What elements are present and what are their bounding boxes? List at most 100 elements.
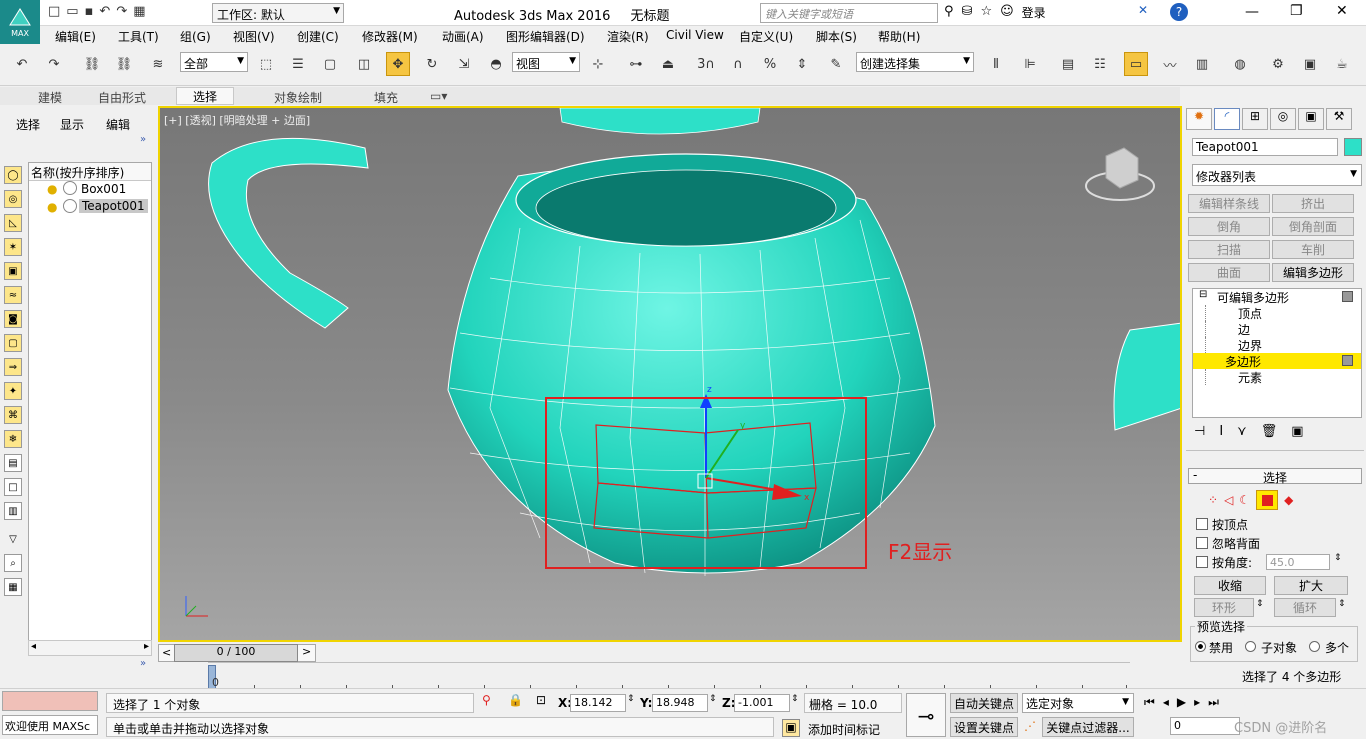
render-frame-icon[interactable]: ▣	[1298, 52, 1322, 76]
maximize-button[interactable]: ❐	[1290, 3, 1303, 19]
show-end-result-icon[interactable]: I	[1219, 424, 1223, 444]
previous-frame-icon[interactable]: ◂	[1163, 695, 1169, 710]
menu-animation[interactable]: 动画(A)	[442, 28, 484, 45]
by-vertex-checkbox[interactable]	[1196, 518, 1208, 530]
go-to-end-icon[interactable]: ⏭	[1208, 695, 1219, 710]
explorer-tab-edit[interactable]: 编辑	[106, 116, 130, 133]
lock-selection-icon[interactable]: 🔒	[508, 693, 523, 707]
stack-item-polygon[interactable]: 多边形	[1193, 353, 1361, 369]
save-icon[interactable]: ▪	[85, 4, 94, 19]
mirror-icon[interactable]: ⫴	[984, 52, 1008, 76]
angle-snap-icon[interactable]: ∩	[726, 52, 750, 76]
login-link[interactable]: 登录	[1022, 4, 1046, 21]
sweep-button[interactable]: 扫描	[1188, 240, 1270, 259]
container-filter-icon[interactable]: ⌘	[4, 406, 22, 424]
visibility-icon[interactable]	[63, 199, 77, 213]
key-selection-select[interactable]: 选定对象 ▼	[1022, 693, 1134, 713]
by-angle-checkbox[interactable]	[1196, 556, 1208, 568]
maxscript-welcome[interactable]: 欢迎使用 MAXSc	[2, 715, 98, 735]
collapse-icon[interactable]: ⊟	[1199, 289, 1207, 300]
hierarchy-filter-icon[interactable]: □	[4, 478, 22, 496]
helper-filter-icon[interactable]: ≈	[4, 286, 22, 304]
grow-button[interactable]: 扩大	[1274, 576, 1348, 595]
rectangle-select-icon[interactable]: ▢	[318, 52, 342, 76]
keyboard-shortcut-icon[interactable]: ⏏	[656, 52, 680, 76]
binoculars-icon[interactable]: ⚲	[944, 4, 954, 21]
isolate-icon[interactable]: ⚲	[482, 693, 491, 707]
light-bulb-icon[interactable]: ●	[47, 182, 57, 196]
lathe-button[interactable]: 车削	[1272, 240, 1354, 259]
select-by-name-icon[interactable]: ☰	[286, 52, 310, 76]
play-icon[interactable]: ▶	[1177, 695, 1186, 710]
object-name-field[interactable]: Teapot001	[1192, 138, 1338, 156]
horizontal-scrollbar[interactable]: ◂ ▸	[28, 640, 152, 656]
ring-spinner-icon[interactable]: ⇕	[1256, 599, 1264, 609]
x-coordinate-field[interactable]: 18.142	[570, 694, 626, 712]
help-icon[interactable]: ?	[1170, 3, 1188, 21]
minimize-button[interactable]: —	[1245, 4, 1259, 20]
funnel-icon[interactable]: ▽	[4, 530, 22, 548]
subscription-icon[interactable]: ⛁	[962, 4, 973, 21]
move-icon[interactable]: ✥	[386, 52, 410, 76]
rotate-icon[interactable]: ↻	[420, 52, 444, 76]
key-filter-icon[interactable]: ⋰	[1024, 719, 1036, 733]
ribbon-toggle-icon[interactable]: ▭	[1124, 52, 1148, 76]
undo-icon[interactable]: ↶	[10, 52, 34, 76]
rollout-header[interactable]: - 选择	[1188, 468, 1362, 485]
menu-modifiers[interactable]: 修改器(M)	[362, 28, 418, 45]
undo-icon[interactable]: ↶	[99, 4, 110, 19]
window-crossing-icon[interactable]: ◫	[352, 52, 376, 76]
workspace-select[interactable]: 工作区: 默认 ▼	[212, 3, 344, 23]
edge-mode-icon[interactable]: ◁	[1224, 493, 1233, 507]
motion-tab-icon[interactable]: ◎	[1270, 108, 1296, 130]
z-coordinate-field[interactable]: -1.001	[734, 694, 790, 712]
unlink-icon[interactable]: ⛓	[112, 52, 136, 76]
curve-editor-icon[interactable]: 〰	[1158, 52, 1182, 76]
new-icon[interactable]: □	[48, 4, 60, 19]
stack-root-item[interactable]: ⊟ 可编辑多边形	[1193, 289, 1361, 305]
menu-scripting[interactable]: 脚本(S)	[816, 28, 857, 45]
extrude-button[interactable]: 挤出	[1272, 194, 1354, 213]
stack-item-vertex[interactable]: 顶点	[1205, 305, 1361, 321]
y-coordinate-field[interactable]: 18.948	[652, 694, 708, 712]
angle-field[interactable]: 45.0	[1266, 554, 1330, 570]
material-editor-icon[interactable]: ◍	[1228, 52, 1252, 76]
search-input[interactable]: 键入关键字或短语	[760, 3, 938, 23]
go-to-start-icon[interactable]: ⏮	[1144, 695, 1155, 710]
menu-graph-editors[interactable]: 图形编辑器(D)	[506, 28, 585, 45]
time-prev-icon[interactable]: <	[162, 646, 171, 659]
edit-poly-button[interactable]: 编辑多边形	[1272, 263, 1354, 282]
sync-icon[interactable]: ▦	[4, 578, 22, 596]
snap-toggle-icon[interactable]: 3 ∩	[694, 52, 718, 76]
current-frame-field[interactable]: 0	[1170, 717, 1240, 735]
exchange-icon[interactable]: ✕	[1138, 3, 1148, 17]
pivot-center-icon[interactable]: ⊹	[586, 52, 610, 76]
ribbon-tab-selection[interactable]: 选择	[176, 87, 235, 105]
list-filter-icon[interactable]: ▥	[4, 502, 22, 520]
absolute-mode-icon[interactable]: ⊡	[536, 693, 546, 707]
find-icon[interactable]: ⌕	[4, 554, 22, 572]
preview-multi-radio[interactable]	[1309, 641, 1320, 652]
stack-toggle-icon[interactable]	[1342, 291, 1353, 302]
surface-button[interactable]: 曲面	[1188, 263, 1270, 282]
named-selection-set[interactable]: 创建选择集 ▼	[856, 52, 974, 72]
ribbon-tab-modeling[interactable]: 建模	[38, 89, 62, 106]
make-unique-icon[interactable]: ⋎	[1237, 424, 1247, 444]
bind-spacewarp-icon[interactable]: ≋	[146, 52, 170, 76]
shrink-button[interactable]: 收缩	[1194, 576, 1266, 595]
selection-filter[interactable]: 全部 ▼	[180, 52, 248, 72]
preview-off-radio[interactable]	[1195, 641, 1206, 652]
y-spinner-icon[interactable]: ⇕	[709, 694, 717, 704]
render-setup-icon[interactable]: ⚙	[1266, 52, 1290, 76]
ribbon-tab-object-paint[interactable]: 对象绘制	[274, 89, 322, 106]
layer-explorer-icon[interactable]: ☷	[1088, 52, 1112, 76]
redo-icon[interactable]: ↷	[116, 4, 127, 19]
expand-icon[interactable]: »	[140, 658, 146, 669]
spacewarp-filter-icon[interactable]: ◙	[4, 310, 22, 328]
time-slider-thumb[interactable]: 0 / 100	[174, 644, 298, 662]
menu-tools[interactable]: 工具(T)	[118, 28, 159, 45]
menu-civil-view[interactable]: Civil View	[666, 28, 724, 42]
perspective-viewport[interactable]: [+] [透视] [明暗处理 + 边面] z x y F2显示	[158, 106, 1182, 642]
preview-subobject-radio[interactable]	[1245, 641, 1256, 652]
pin-stack-icon[interactable]: ⊣	[1194, 424, 1205, 444]
